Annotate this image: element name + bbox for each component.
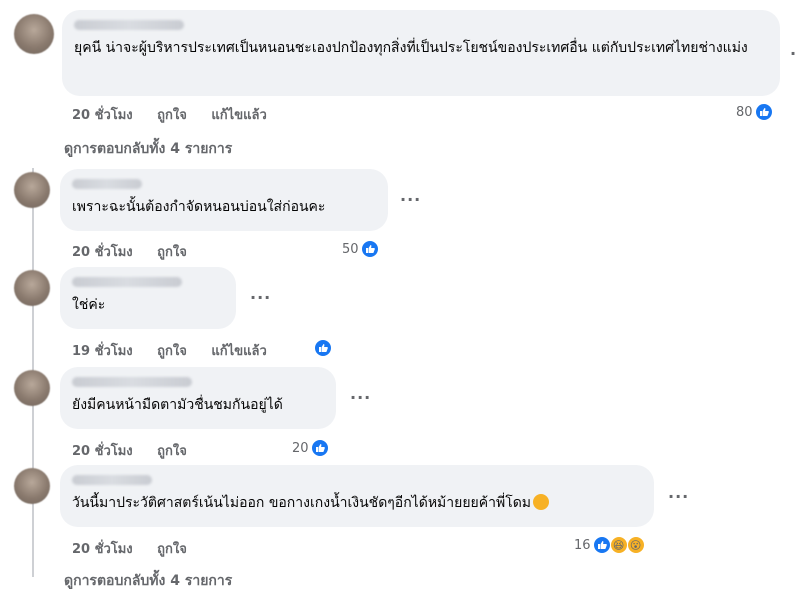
comment-text: ยังมีคนหน้ามืดตามัวชื่นชมกันอยู่ได้ xyxy=(72,397,283,413)
timestamp[interactable]: 20 ชั่วโมง xyxy=(72,245,133,260)
avatar[interactable] xyxy=(14,270,50,306)
reaction-count: 80 xyxy=(736,104,753,120)
more-options-button[interactable]: ··· xyxy=(250,288,271,307)
like-button[interactable]: ถูกใจ xyxy=(157,344,187,359)
haha-icon: 😆 xyxy=(609,536,628,554)
timestamp[interactable]: 20 ชั่วโมง xyxy=(72,444,133,459)
author-name-blurred[interactable] xyxy=(72,179,142,189)
like-icon xyxy=(754,103,773,121)
comment-text: ยุคนี น่าจะผู้บริหารประเทศเป็นหนอนชะเองป… xyxy=(74,40,748,56)
timestamp[interactable]: 19 ชั่วโมง xyxy=(72,344,133,359)
comment-actions: 20 ชั่วโมง ถูกใจ xyxy=(72,538,207,559)
comment-actions: 20 ชั่วโมง ถูกใจ xyxy=(72,440,207,461)
reaction-count: 16 xyxy=(574,537,591,553)
like-icon xyxy=(310,439,329,457)
avatar[interactable] xyxy=(14,468,50,504)
edited-label[interactable]: แก้ไขแล้ว xyxy=(211,108,266,123)
like-button[interactable]: ถูกใจ xyxy=(157,444,187,459)
reaction-count: 50 xyxy=(342,241,359,257)
edited-label[interactable]: แก้ไขแล้ว xyxy=(211,344,266,359)
reaction-summary[interactable]: 80 xyxy=(736,103,773,121)
comment-text-content: วันนี้มาประวัติศาสตร์เน้นไม่ออก ขอกางเกง… xyxy=(72,495,532,511)
reaction-summary[interactable]: 50 xyxy=(342,240,379,258)
author-name-blurred[interactable] xyxy=(74,20,184,30)
comment-text: เพราะฉะนั้นต้องกำจัดหนอนบ่อนใส่ก่อนคะ xyxy=(72,199,326,215)
like-icon xyxy=(360,240,379,258)
comment-bubble: เพราะฉะนั้นต้องกำจัดหนอนบ่อนใส่ก่อนคะ xyxy=(60,169,388,231)
more-options-button[interactable]: ··· xyxy=(350,388,371,407)
like-button[interactable]: ถูกใจ xyxy=(157,245,187,260)
more-options-button[interactable]: ··· xyxy=(400,190,421,209)
more-options-button[interactable]: · xyxy=(790,44,797,63)
reaction-count: 20 xyxy=(292,440,309,456)
laughing-tears-emoji-icon xyxy=(533,494,550,510)
comment-text: วันนี้มาประวัติศาสตร์เน้นไม่ออก ขอกางเกง… xyxy=(72,493,642,513)
comment-actions: 20 ชั่วโมง ถูกใจ xyxy=(72,241,207,262)
reaction-summary[interactable] xyxy=(314,339,332,357)
comment-text: ใช่ค่ะ xyxy=(72,297,106,313)
comment-bubble: ยังมีคนหน้ามืดตามัวชื่นชมกันอยู่ได้ xyxy=(60,367,336,429)
comment-actions: 20 ชั่วโมง ถูกใจ แก้ไขแล้ว xyxy=(72,104,287,125)
like-button[interactable]: ถูกใจ xyxy=(157,108,187,123)
reaction-summary[interactable]: 16 😆 😮 xyxy=(574,536,645,554)
avatar[interactable] xyxy=(14,14,54,54)
avatar[interactable] xyxy=(14,370,50,406)
author-name-blurred[interactable] xyxy=(72,277,182,287)
timestamp[interactable]: 20 ชั่วโมง xyxy=(72,542,133,557)
avatar[interactable] xyxy=(14,172,50,208)
view-replies-link[interactable]: ดูการตอบกลับทั้ง 4 รายการ xyxy=(64,570,232,592)
author-name-blurred[interactable] xyxy=(72,377,192,387)
wow-icon: 😮 xyxy=(626,536,645,554)
comment-bubble: ใช่ค่ะ xyxy=(60,267,236,329)
like-button[interactable]: ถูกใจ xyxy=(157,542,187,557)
comment-bubble: ยุคนี น่าจะผู้บริหารประเทศเป็นหนอนชะเองป… xyxy=(62,10,780,96)
author-name-blurred[interactable] xyxy=(72,475,152,485)
view-replies-link[interactable]: ดูการตอบกลับทั้ง 4 รายการ xyxy=(64,138,232,160)
like-icon xyxy=(314,339,332,357)
more-options-button[interactable]: ··· xyxy=(668,487,689,506)
like-icon xyxy=(592,536,611,554)
timestamp[interactable]: 20 ชั่วโมง xyxy=(72,108,133,123)
comment-bubble: วันนี้มาประวัติศาสตร์เน้นไม่ออก ขอกางเกง… xyxy=(60,465,654,527)
reaction-summary[interactable]: 20 xyxy=(292,439,329,457)
comment-actions: 19 ชั่วโมง ถูกใจ แก้ไขแล้ว xyxy=(72,340,287,361)
